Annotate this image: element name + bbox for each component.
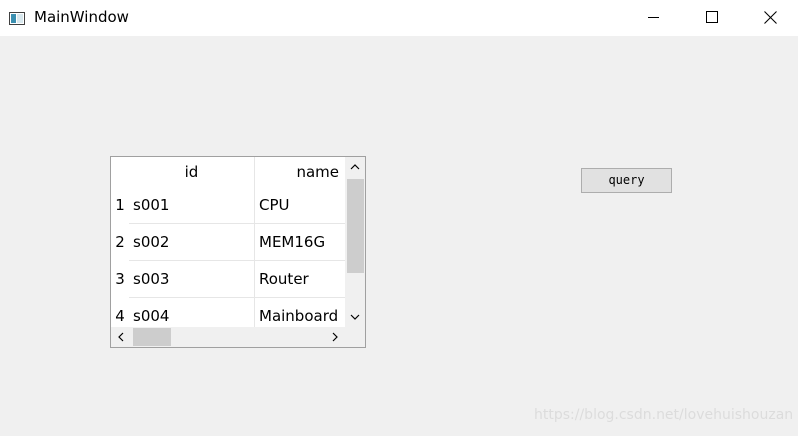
maximize-icon xyxy=(706,11,718,23)
table-cell-id[interactable]: s003 xyxy=(129,261,255,298)
table-cell-name[interactable]: MEM16G xyxy=(255,224,345,261)
chevron-right-icon xyxy=(332,332,338,342)
table-view[interactable]: id name 1 s001 CPU 2 s002 MEM16G 3 s003 … xyxy=(110,156,366,348)
table-cell-name[interactable]: Router xyxy=(255,261,345,298)
row-header[interactable]: 1 xyxy=(111,187,129,224)
vertical-scrollbar[interactable] xyxy=(345,157,365,327)
maximize-button[interactable] xyxy=(683,0,741,34)
window-icon xyxy=(9,10,25,25)
table-cell-id[interactable]: s001 xyxy=(129,187,255,224)
main-window: MainWindow id name 1 s001 CPU 2 s002 MEM… xyxy=(0,0,798,436)
title-bar[interactable]: MainWindow xyxy=(0,0,798,36)
close-button[interactable] xyxy=(741,0,798,34)
horizontal-scrollbar[interactable] xyxy=(111,327,345,347)
table-cell-name[interactable]: CPU xyxy=(255,187,345,224)
scroll-up-button[interactable] xyxy=(345,157,365,177)
chevron-up-icon xyxy=(350,164,360,170)
table-corner-button[interactable] xyxy=(111,157,129,187)
close-icon xyxy=(763,10,777,24)
chevron-down-icon xyxy=(350,314,360,320)
query-button[interactable]: query xyxy=(581,168,672,193)
row-header[interactable]: 3 xyxy=(111,261,129,298)
scroll-right-button[interactable] xyxy=(325,327,345,347)
minimize-button[interactable] xyxy=(625,0,683,34)
row-header[interactable]: 2 xyxy=(111,224,129,261)
scroll-down-button[interactable] xyxy=(345,307,365,327)
watermark-text: https://blog.csdn.net/lovehuishouzan xyxy=(534,407,794,423)
table-cell-id[interactable]: s002 xyxy=(129,224,255,261)
minimize-icon xyxy=(648,17,659,18)
vertical-scroll-thumb[interactable] xyxy=(347,179,364,273)
scroll-left-button[interactable] xyxy=(111,327,131,347)
window-title: MainWindow xyxy=(34,8,129,26)
column-header-id[interactable]: id xyxy=(129,157,255,187)
column-header-name[interactable]: name xyxy=(255,157,345,187)
scrollbar-corner xyxy=(345,327,365,347)
chevron-left-icon xyxy=(118,332,124,342)
horizontal-scroll-thumb[interactable] xyxy=(133,328,171,346)
